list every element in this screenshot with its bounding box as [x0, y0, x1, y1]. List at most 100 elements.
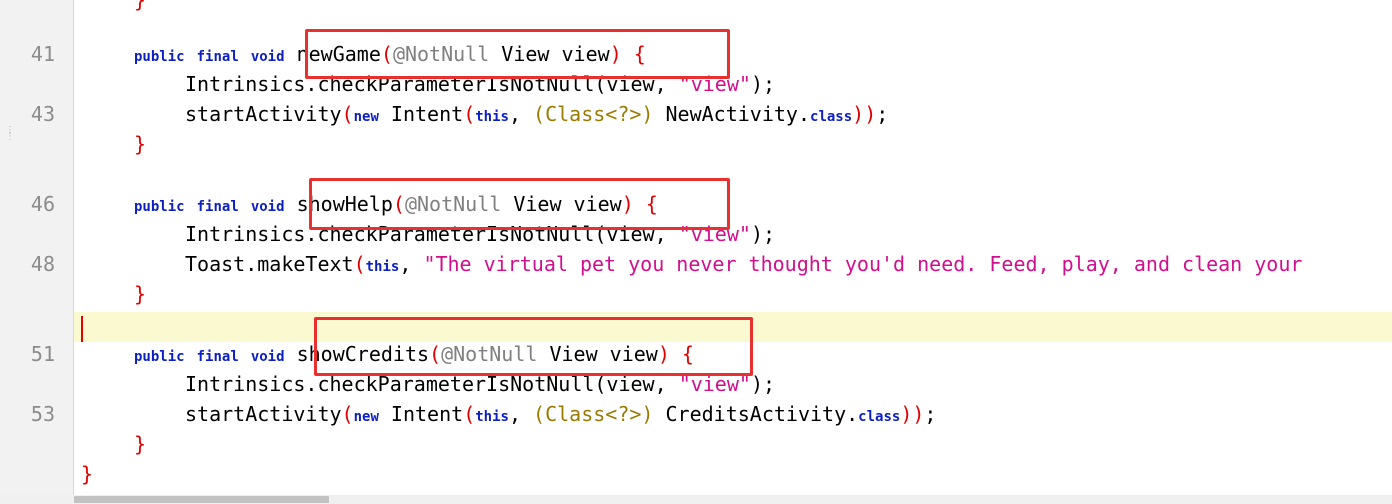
keyword: this — [475, 109, 509, 125]
brace: { — [669, 342, 694, 366]
class-name: Intent — [378, 402, 464, 426]
paren: )) — [900, 402, 925, 426]
brace: } — [134, 432, 147, 456]
paren: ) — [641, 402, 654, 426]
line-number: 46 — [30, 192, 55, 216]
keyword: void — [250, 199, 285, 215]
code-editor[interactable]: } public final void newGame(@NotNull Vie… — [74, 0, 1392, 496]
code-line-54: } — [74, 429, 1392, 459]
code-line-42: Intrinsics.checkParameterIsNotNull(view,… — [74, 69, 1392, 99]
comma: , — [508, 402, 534, 426]
parameters: View view — [501, 192, 622, 216]
keyword: new — [353, 109, 379, 125]
paren: ( — [353, 252, 366, 276]
paren: ) — [609, 42, 622, 66]
comma: , — [508, 102, 534, 126]
paren: ) — [621, 192, 634, 216]
paren: ( — [533, 102, 546, 126]
keyword: this — [365, 259, 400, 275]
cast-type: Class<?> — [545, 402, 642, 426]
code-line-53: startActivity(new Intent(this, (Class<?>… — [74, 399, 1392, 429]
code-line-49: } — [74, 279, 1392, 309]
method-call: startActivity — [185, 102, 342, 126]
line-number: 43 — [30, 102, 55, 126]
current-line-highlight — [74, 312, 1392, 342]
keyword: void — [250, 349, 285, 365]
code-line-55: } — [74, 459, 1392, 489]
paren: ( — [392, 192, 405, 216]
line-number: 51 — [30, 342, 55, 366]
method-call: startActivity — [185, 402, 342, 426]
keyword: void — [250, 49, 285, 65]
paren: ( — [429, 342, 442, 366]
annotation: @NotNull — [404, 192, 502, 216]
semicolon: ; — [924, 402, 937, 426]
class-name: CreditsActivity. — [653, 402, 859, 426]
keyword: public — [134, 349, 185, 365]
paren: ( — [341, 102, 354, 126]
code-line: } — [74, 0, 1392, 15]
method-name[interactable]: newGame — [297, 42, 381, 66]
keyword: final — [196, 199, 239, 215]
comma: , — [399, 252, 424, 276]
annotation: @NotNull — [392, 42, 490, 66]
line-number: 53 — [30, 402, 55, 426]
keyword: public — [134, 199, 185, 215]
method-name[interactable]: showHelp — [297, 192, 393, 216]
code-line-43: startActivity(new Intent(this, (Class<?>… — [74, 99, 1392, 129]
paren: ) — [657, 342, 670, 366]
paren: ) — [641, 102, 654, 126]
keyword: this — [475, 409, 509, 425]
string-literal: "view" — [678, 222, 751, 246]
statement: Intrinsics.checkParameterIsNotNull(view, — [185, 372, 679, 396]
string-literal: "The virtual pet you never thought you'd… — [423, 252, 1303, 276]
code-line-48: Toast.makeText(this, "The virtual pet yo… — [74, 249, 1392, 279]
brace: { — [621, 42, 646, 66]
statement-end: ); — [750, 72, 776, 96]
paren: ( — [533, 402, 546, 426]
semicolon: ; — [876, 102, 889, 126]
fold-marks: ⋮ ⋮ — [5, 125, 15, 142]
class-name: Intent — [378, 102, 464, 126]
code-line-41: public final void newGame(@NotNull View … — [74, 39, 1392, 69]
string-literal: "view" — [678, 372, 751, 396]
scrollbar-thumb[interactable] — [74, 496, 329, 503]
paren: )) — [852, 102, 877, 126]
method-call: Toast.makeText — [185, 252, 354, 276]
line-number: 41 — [30, 42, 55, 66]
keyword: public — [134, 49, 185, 65]
cast-type: Class<?> — [545, 102, 642, 126]
code-line-51: public final void showCredits(@NotNull V… — [74, 339, 1392, 369]
keyword: final — [196, 49, 239, 65]
brace: } — [134, 132, 147, 156]
closing-brace: } — [134, 0, 147, 12]
statement-end: ); — [750, 372, 776, 396]
parameters: View view — [537, 342, 658, 366]
method-name[interactable]: showCredits — [297, 342, 429, 366]
line-number: 48 — [30, 252, 55, 276]
class-name: NewActivity. — [653, 102, 811, 126]
keyword: final — [196, 349, 239, 365]
code-line-52: Intrinsics.checkParameterIsNotNull(view,… — [74, 369, 1392, 399]
paren: ( — [463, 102, 476, 126]
brace: } — [134, 282, 147, 306]
keyword: class — [858, 409, 901, 425]
statement-end: ); — [750, 222, 776, 246]
paren: ( — [463, 402, 476, 426]
paren: ( — [341, 402, 354, 426]
horizontal-scrollbar[interactable] — [0, 495, 1392, 504]
parameters: View view — [489, 42, 610, 66]
string-literal: "view" — [678, 72, 751, 96]
keyword: new — [353, 409, 379, 425]
code-line-46: public final void showHelp(@NotNull View… — [74, 189, 1392, 219]
statement: Intrinsics.checkParameterIsNotNull(view, — [185, 222, 679, 246]
keyword: class — [810, 109, 853, 125]
code-line-44: } — [74, 129, 1392, 159]
line-number-gutter: ⋮ ⋮ 41 43 46 48 51 53 — [0, 0, 74, 504]
statement: Intrinsics.checkParameterIsNotNull(view, — [185, 72, 679, 96]
class-closing-brace: } — [81, 462, 94, 486]
annotation: @NotNull — [441, 342, 538, 366]
brace: { — [633, 192, 658, 216]
paren: ( — [380, 42, 393, 66]
code-line-47: Intrinsics.checkParameterIsNotNull(view,… — [74, 219, 1392, 249]
